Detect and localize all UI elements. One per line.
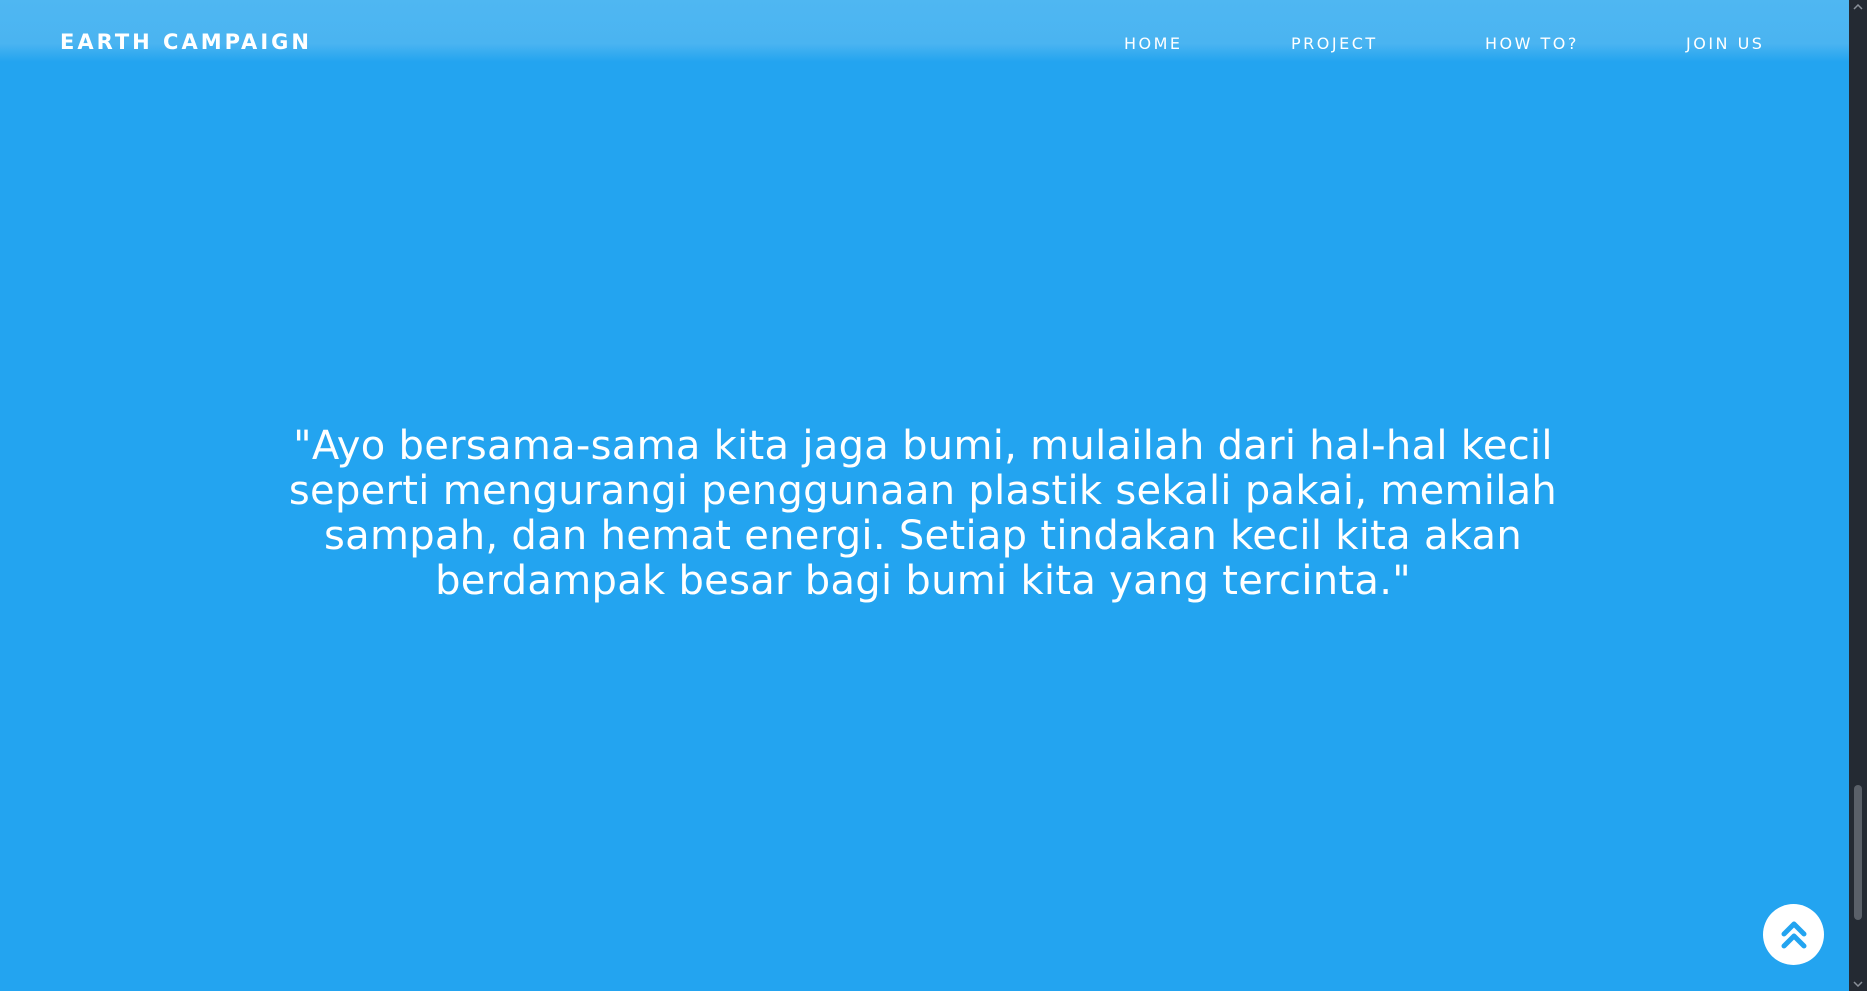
double-chevron-up-icon	[1781, 920, 1807, 950]
nav-link-join-us[interactable]: JOIN US	[1686, 33, 1764, 55]
scroll-up-arrow-icon[interactable]	[1849, 0, 1867, 14]
nav-link-how-to[interactable]: HOW TO?	[1485, 33, 1579, 55]
back-to-top-button[interactable]	[1763, 904, 1824, 965]
nav-link-project[interactable]: PROJECT	[1291, 33, 1378, 55]
page-viewport: EARTH CAMPAIGN HOME PROJECT HOW TO? JOIN…	[0, 0, 1849, 991]
brand-logo[interactable]: EARTH CAMPAIGN	[60, 28, 312, 56]
scrollbar-thumb[interactable]	[1854, 785, 1862, 920]
vertical-scrollbar[interactable]	[1849, 0, 1867, 991]
scroll-down-arrow-icon[interactable]	[1849, 977, 1867, 991]
nav-link-home[interactable]: HOME	[1124, 33, 1183, 55]
top-navbar: EARTH CAMPAIGN HOME PROJECT HOW TO? JOIN…	[0, 0, 1849, 62]
quote-section: "Ayo bersama-sama kita jaga bumi, mulail…	[260, 424, 1586, 604]
campaign-quote: "Ayo bersama-sama kita jaga bumi, mulail…	[288, 423, 1558, 604]
